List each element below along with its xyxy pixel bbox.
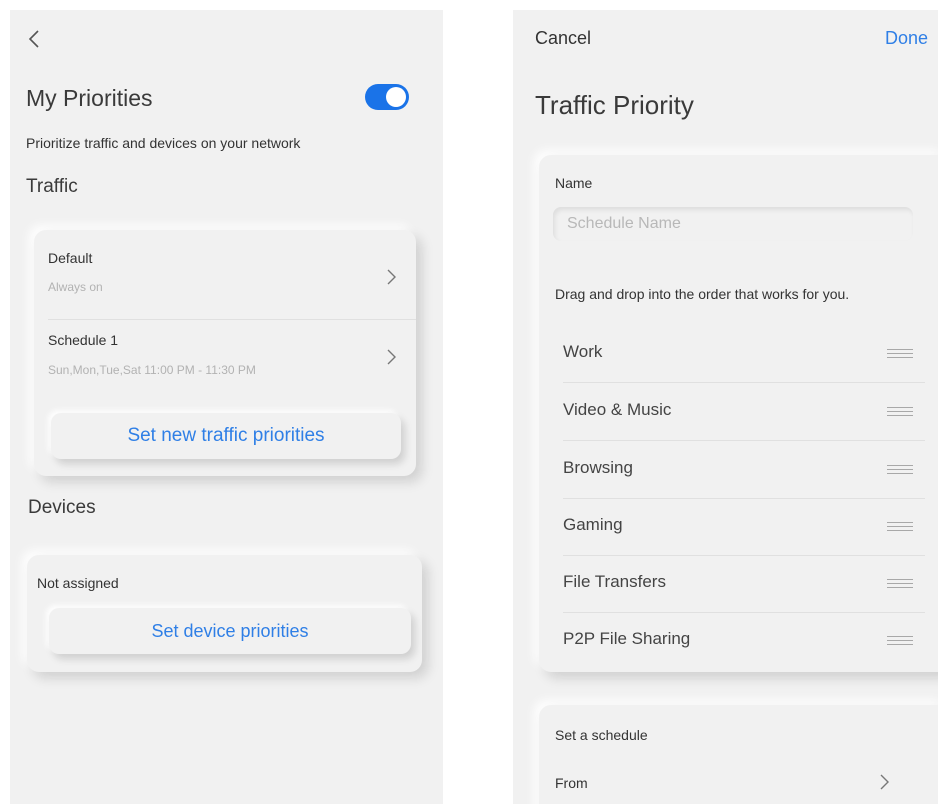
- priority-item-file-transfers[interactable]: File Transfers: [563, 556, 925, 613]
- drag-handle-icon[interactable]: [887, 579, 913, 590]
- devices-card: Not assigned Set device priorities: [27, 555, 422, 672]
- set-device-priorities-button[interactable]: Set device priorities: [49, 608, 411, 654]
- drag-handle-icon[interactable]: [887, 636, 913, 647]
- priority-item-label: File Transfers: [563, 572, 666, 591]
- divider: [48, 319, 416, 320]
- schedule-card: Set a schedule From: [539, 705, 938, 804]
- chevron-right-icon[interactable]: [384, 348, 398, 366]
- traffic-heading: Traffic: [26, 176, 78, 197]
- priority-item-label: Browsing: [563, 458, 633, 477]
- chevron-right-icon[interactable]: [384, 268, 398, 286]
- priorities-toggle[interactable]: [365, 84, 409, 110]
- traffic-item-subtitle: Sun,Mon,Tue,Sat 11:00 PM - 11:30 PM: [48, 363, 256, 377]
- devices-status: Not assigned: [37, 575, 119, 591]
- priority-item-label: Gaming: [563, 515, 623, 534]
- priority-item-work[interactable]: Work: [563, 326, 925, 383]
- from-label: From: [555, 775, 588, 791]
- traffic-item-subtitle: Always on: [48, 280, 103, 294]
- priority-item-browsing[interactable]: Browsing: [563, 442, 925, 499]
- my-priorities-screen: My Priorities Prioritize traffic and dev…: [10, 10, 443, 804]
- traffic-priority-screen: Cancel Done Traffic Priority Name Drag a…: [513, 10, 938, 804]
- drag-instructions: Drag and drop into the order that works …: [555, 286, 850, 302]
- cancel-button[interactable]: Cancel: [535, 28, 591, 49]
- devices-heading: Devices: [28, 497, 96, 518]
- page-title: Traffic Priority: [535, 90, 694, 120]
- priority-item-label: Video & Music: [563, 400, 672, 419]
- done-button[interactable]: Done: [885, 28, 928, 49]
- priority-item-label: P2P File Sharing: [563, 629, 691, 648]
- chevron-right-icon[interactable]: [877, 773, 891, 791]
- drag-handle-icon[interactable]: [887, 349, 913, 360]
- priority-item-label: Work: [563, 342, 603, 361]
- name-label: Name: [555, 175, 593, 191]
- traffic-card: Default Always on Schedule 1 Sun,Mon,Tue…: [34, 230, 416, 476]
- schedule-name-input[interactable]: [553, 207, 913, 241]
- drag-handle-icon[interactable]: [887, 407, 913, 418]
- schedule-heading: Set a schedule: [555, 727, 648, 743]
- priority-card: Name Drag and drop into the order that w…: [539, 155, 938, 672]
- page-subtitle: Prioritize traffic and devices on your n…: [26, 135, 301, 151]
- page-title: My Priorities: [26, 85, 153, 111]
- back-arrow-icon[interactable]: [24, 26, 46, 52]
- priority-item-gaming[interactable]: Gaming: [563, 499, 925, 556]
- drag-handle-icon[interactable]: [887, 522, 913, 533]
- drag-handle-icon[interactable]: [887, 465, 913, 476]
- traffic-item-title: Default: [48, 250, 93, 266]
- divider: [563, 382, 925, 383]
- priority-item-video-music[interactable]: Video & Music: [563, 384, 925, 441]
- priority-item-p2p-file-sharing[interactable]: P2P File Sharing: [563, 613, 913, 670]
- toggle-knob: [386, 87, 406, 107]
- set-traffic-priorities-button[interactable]: Set new traffic priorities: [51, 413, 401, 459]
- divider: [563, 440, 925, 441]
- traffic-item-title: Schedule 1: [48, 332, 119, 348]
